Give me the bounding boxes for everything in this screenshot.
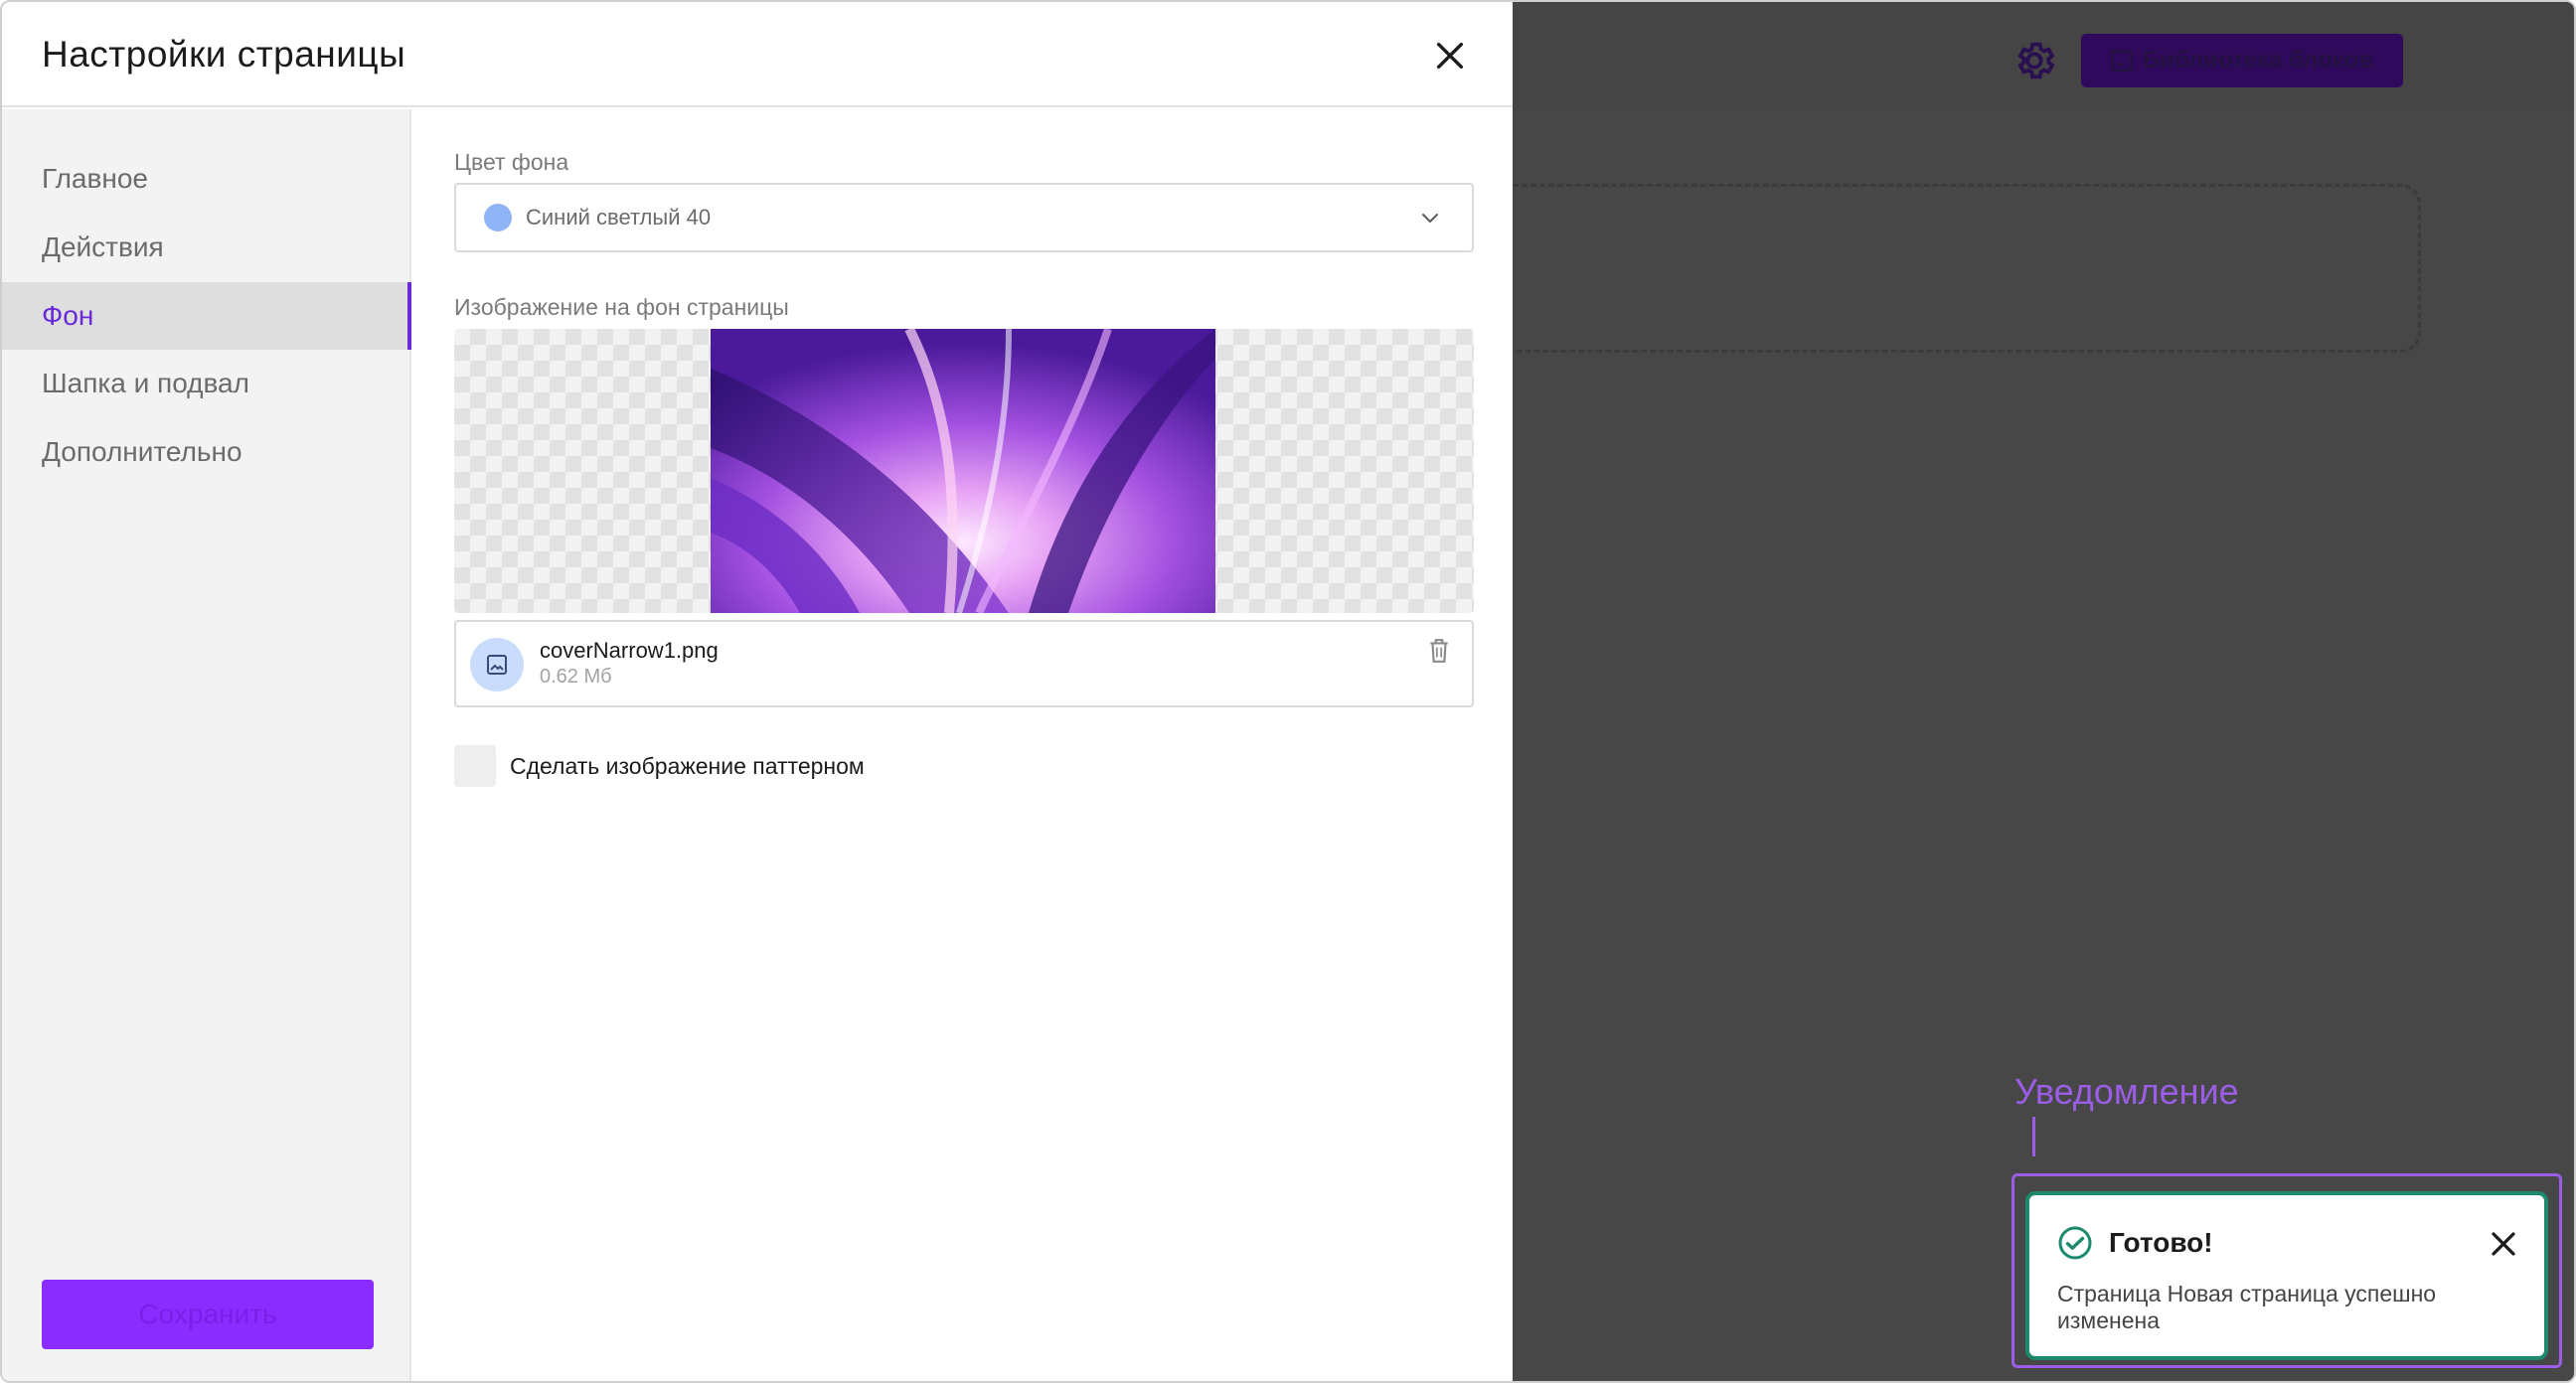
success-toast: Готово! Страница Новая страница успешно … [2025,1191,2548,1360]
file-name: coverNarrow1.png [540,638,719,663]
app-window: Библиотека блоков Уведомление Готово! Ст… [0,0,2576,1383]
background-image-preview [454,329,1474,613]
background-image-thumbnail [711,329,1215,613]
sidebar-item-actions[interactable]: Действия [2,214,411,281]
toast-message: Страница Новая страница успешно изменена [2057,1281,2437,1333]
color-swatch [484,204,512,231]
sidebar-item-additional[interactable]: Дополнительно [2,418,411,486]
dialog-title: Настройки страницы [42,34,406,75]
sidebar-item-header-footer[interactable]: Шапка и подвал [2,350,411,417]
pattern-checkbox[interactable] [454,745,496,787]
sidebar-item-background[interactable]: Фон [2,282,411,350]
background-color-select[interactable]: Синий светлый 40 [454,183,1474,252]
save-button[interactable]: Сохранить [42,1280,374,1349]
toast-header: Готово! [2057,1225,2514,1261]
annotation-pointer [2032,1117,2035,1156]
file-size: 0.62 Мб [540,666,612,688]
empty-block-placeholder [1493,184,2421,353]
sidebar-item-label: Главное [42,163,148,194]
sidebar-item-label: Фон [42,300,94,331]
close-icon[interactable] [2489,1229,2518,1259]
pattern-checkbox-row[interactable]: Сделать изображение паттерном [454,745,865,787]
block-library-button[interactable]: Библиотека блоков [2081,34,2403,87]
check-circle-icon [2058,1226,2092,1260]
sidebar-item-label: Дополнительно [42,436,242,467]
block-library-label: Библиотека блоков [2142,47,2374,74]
toast-title: Готово! [2109,1227,2213,1258]
page-settings-dialog: Настройки страницы Главное Действия Фон … [2,2,1513,1381]
sidebar-item-label: Действия [42,231,164,262]
gear-icon[interactable] [2012,38,2057,83]
uploaded-file-card: coverNarrow1.png 0.62 Мб [454,620,1474,707]
pattern-checkbox-label: Сделать изображение паттерном [510,752,865,779]
annotation-label: Уведомление [2014,1071,2239,1112]
library-icon [2110,50,2133,72]
background-color-label: Цвет фона [454,149,569,175]
background-image-label: Изображение на фон страницы [454,294,789,320]
settings-sidebar: Главное Действия Фон Шапка и подвал Допо… [2,109,411,1381]
editor-toolbar: Библиотека блоков [1513,2,2574,111]
background-color-value: Синий светлый 40 [526,205,712,230]
dialog-header: Настройки страницы [2,2,1513,107]
save-button-label: Сохранить [138,1299,277,1329]
chevron-down-icon [1422,214,1438,223]
sidebar-item-label: Шапка и подвал [42,368,249,398]
image-file-icon [470,638,524,692]
sidebar-item-main[interactable]: Главное [2,145,411,213]
close-icon[interactable] [1433,39,1467,73]
settings-content: Цвет фона Синий светлый 40 Изображение н… [413,109,1513,1381]
trash-icon[interactable] [1428,638,1450,664]
